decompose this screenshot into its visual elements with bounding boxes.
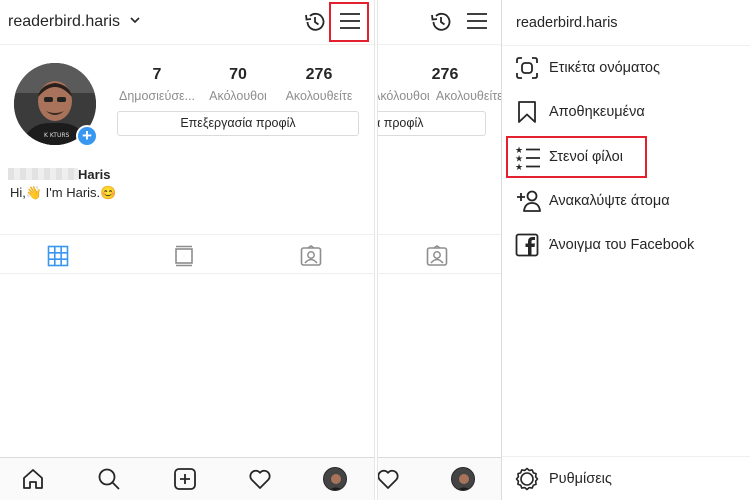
edit-profile-button[interactable]: Επεξεργασία προφίλ [117,111,359,136]
drawer-item-saved[interactable]: Αποθηκευμένα [502,92,750,132]
partial-following-count: 276 [431,66,459,83]
drawer-item-label: Ανακαλύψτε άτομα [549,193,670,209]
archive-history-icon[interactable] [429,10,453,34]
profile-bio: Hi,👋 I'm Haris.😊 [10,185,117,200]
partial-tabs [378,234,501,274]
activity-heart-icon[interactable] [248,467,272,491]
drawer-item-discover-people[interactable]: Ανακαλύψτε άτομα [502,181,750,221]
bookmark-icon [518,101,536,123]
drawer-item-open-facebook[interactable]: Άνοιγμα του Facebook [502,225,750,265]
archive-history-icon[interactable] [303,10,327,34]
stat-followers[interactable]: 70 Ακόλουθοι [202,66,274,103]
profile-screen: readerbird.haris K KTURS + 7 Δημοσιεύσε.… [0,0,374,500]
profile-username[interactable]: readerbird.haris [8,13,120,31]
bottom-navigation [0,457,374,500]
profile-name: Haris [78,167,111,182]
close-friends-highlight-box [506,136,647,178]
partial-stat-labels: Ακόλουθοι Ακολουθείτε [378,89,501,103]
gear-icon [515,467,539,491]
feed-view-icon[interactable] [174,245,194,267]
drawer-item-settings[interactable]: Ρυθμίσεις [502,459,750,499]
followers-count: 70 [229,66,247,83]
following-label: Ακολουθείτε [285,89,353,103]
chevron-down-icon[interactable] [130,16,140,24]
discover-people-icon [517,190,541,212]
partial-profile-screen: 276 Ακόλουθοι Ακολουθείτε α προφίλ [378,0,501,500]
hamburger-menu-icon[interactable] [466,11,488,31]
drawer-divider [502,45,750,46]
profile-tab-avatar[interactable] [451,467,475,491]
followers-label: Ακόλουθοι [209,89,267,103]
activity-heart-icon[interactable] [378,467,400,491]
add-story-plus-icon[interactable]: + [76,125,98,147]
menu-highlight-box [329,2,369,42]
following-count: 276 [305,66,333,83]
nametag-icon [516,57,538,79]
drawer-item-label: Αποθηκευμένα [549,104,645,120]
partial-stat-following[interactable]: 276 [418,66,472,84]
svg-text:K KTURS: K KTURS [44,132,70,139]
partial-bottom-navigation [378,457,501,500]
tagged-photos-icon[interactable] [300,245,322,267]
drawer-item-nametag[interactable]: Ετικέτα ονόματος [502,48,750,88]
partial-edit-profile-button[interactable]: α προφίλ [378,111,486,136]
profile-header: readerbird.haris [0,0,374,45]
settings-label: Ρυθμίσεις [549,471,612,487]
settings-divider [502,456,750,457]
posts-label: Δημοσιεύσε... [118,89,196,103]
partial-header [378,0,501,45]
profile-tab-avatar[interactable] [323,467,347,491]
blurred-name [8,168,78,180]
drawer-username: readerbird.haris [516,15,618,31]
facebook-icon [515,233,539,257]
drawer-item-label: Ετικέτα ονόματος [549,60,660,76]
stat-posts-label-wrap: 0 Δημοσιεύσε... [110,66,204,103]
grid-view-icon[interactable] [47,245,69,267]
stat-following[interactable]: 276 Ακολουθείτε [276,66,362,103]
new-post-icon[interactable] [173,467,197,491]
home-icon[interactable] [21,467,45,491]
profile-tabs [0,234,374,274]
tagged-photos-icon[interactable] [426,245,448,267]
side-drawer-menu: readerbird.haris Ετικέτα ονόματος Αποθηκ… [501,0,750,500]
drawer-item-label: Άνοιγμα του Facebook [549,237,695,253]
search-icon[interactable] [97,467,121,491]
